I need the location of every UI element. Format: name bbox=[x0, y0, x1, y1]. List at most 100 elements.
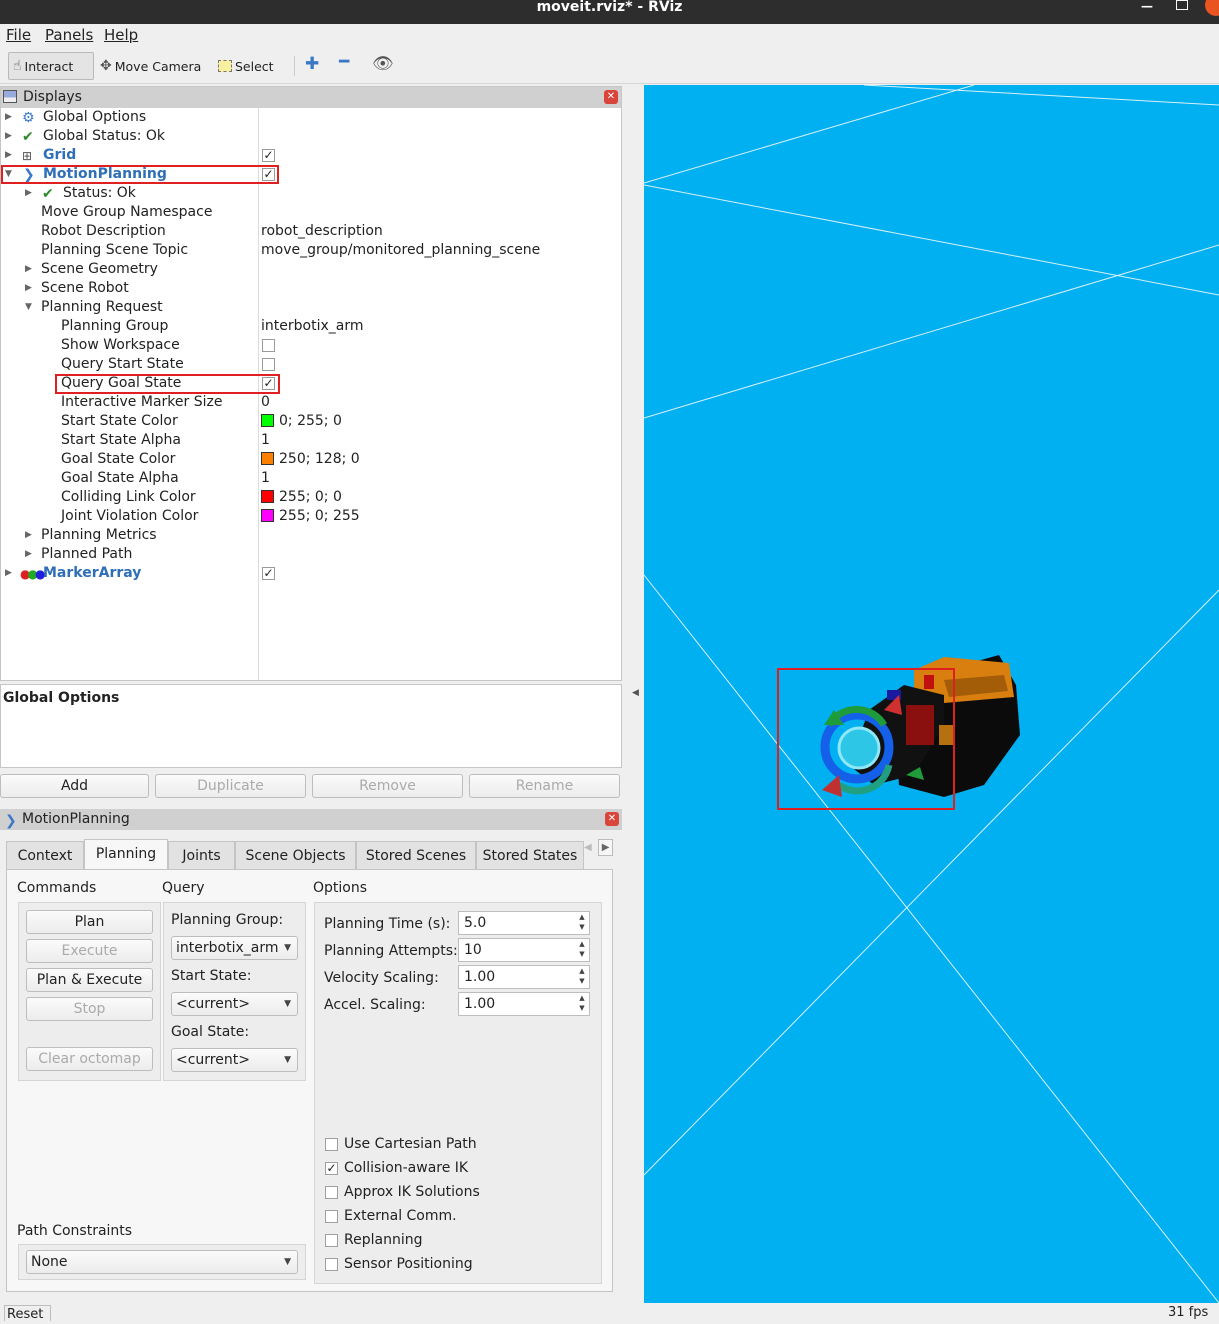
collision-aware-ik-checkbox[interactable]: ✓ bbox=[325, 1162, 338, 1175]
tree-row-global-status[interactable]: ▶ ✔ Global Status: Ok bbox=[1, 127, 621, 146]
spin-arrows-icon[interactable]: ▲ ▼ bbox=[577, 912, 587, 932]
tab-stored-states[interactable]: Stored States bbox=[476, 841, 584, 869]
approx-ik-solutions-checkbox[interactable] bbox=[325, 1186, 338, 1199]
external-comm-checkbox[interactable] bbox=[325, 1210, 338, 1223]
goal-state-select[interactable]: <current> ▼ bbox=[171, 1048, 298, 1072]
tab-scroll-arrows[interactable]: ◀ ▶ bbox=[584, 839, 614, 868]
maximize-icon[interactable] bbox=[1176, 0, 1188, 10]
expand-arrow-icon[interactable]: ▶ bbox=[5, 564, 12, 583]
tree-row-interactive-marker-size[interactable]: Interactive Marker Size 0 bbox=[1, 393, 621, 412]
expand-arrow-icon[interactable]: ▶ bbox=[5, 108, 12, 127]
add-display-button[interactable]: Add bbox=[0, 774, 149, 798]
plan-button[interactable]: Plan bbox=[26, 910, 153, 934]
expand-arrow-icon[interactable]: ▶ bbox=[5, 146, 12, 165]
minimize-icon[interactable]: — bbox=[1140, 0, 1154, 14]
planning-time-spinbox[interactable]: 5.0 ▲ ▼ bbox=[458, 911, 590, 935]
stop-button[interactable]: Stop bbox=[26, 997, 153, 1021]
select-tool-button[interactable]: Select bbox=[214, 52, 278, 80]
spin-arrows-icon[interactable]: ▲ ▼ bbox=[577, 993, 587, 1013]
sensor-positioning-checkbox[interactable] bbox=[325, 1258, 338, 1271]
start-state-select[interactable]: <current> ▼ bbox=[171, 992, 298, 1016]
tree-row-start-state-color[interactable]: Start State Color 0; 255; 0 bbox=[1, 412, 621, 431]
tab-scene-objects[interactable]: Scene Objects bbox=[235, 841, 356, 869]
tab-stored-scenes[interactable]: Stored Scenes bbox=[356, 841, 476, 869]
rename-display-button[interactable]: Rename bbox=[469, 774, 620, 798]
row-value[interactable]: interbotix_arm bbox=[261, 317, 363, 336]
tree-row-global-options[interactable]: ▶ ⚙ Global Options bbox=[1, 108, 621, 127]
menu-panels[interactable]: Panels bbox=[45, 26, 93, 44]
accel-scaling-spinbox[interactable]: 1.00 ▲ ▼ bbox=[458, 992, 590, 1016]
row-value[interactable]: robot_description bbox=[261, 222, 383, 241]
tree-row-goal-state-alpha[interactable]: Goal State Alpha 1 bbox=[1, 469, 621, 488]
execute-button[interactable]: Execute bbox=[26, 939, 153, 963]
interact-tool-button[interactable]: ☝ Interact bbox=[8, 52, 94, 80]
tab-scroll-left-icon[interactable]: ◀ bbox=[584, 842, 592, 853]
grid-enabled-checkbox[interactable]: ✓ bbox=[262, 149, 275, 162]
use-cartesian-path-checkbox[interactable] bbox=[325, 1138, 338, 1151]
view-options-icon[interactable]: 👁 bbox=[372, 54, 394, 74]
replanning-checkbox[interactable] bbox=[325, 1234, 338, 1247]
tab-planning[interactable]: Planning bbox=[84, 839, 168, 870]
remove-display-button[interactable]: Remove bbox=[312, 774, 463, 798]
color-value[interactable]: 255; 0; 0 bbox=[261, 488, 342, 507]
tab-scroll-right-icon[interactable]: ▶ bbox=[597, 839, 614, 856]
duplicate-display-button[interactable]: Duplicate bbox=[155, 774, 306, 798]
planning-group-select[interactable]: interbotix_arm ▼ bbox=[171, 936, 298, 960]
tree-row-move-group-namespace[interactable]: Move Group Namespace bbox=[1, 203, 621, 222]
expand-arrow-icon[interactable]: ▶ bbox=[25, 545, 32, 564]
tree-row-planning-metrics[interactable]: ▶ Planning Metrics bbox=[1, 526, 621, 545]
row-value[interactable]: 1 bbox=[261, 431, 270, 450]
velocity-scaling-spinbox[interactable]: 1.00 ▲ ▼ bbox=[458, 965, 590, 989]
tree-row-start-state-alpha[interactable]: Start State Alpha 1 bbox=[1, 431, 621, 450]
query-start-state-checkbox[interactable] bbox=[262, 358, 275, 371]
color-value[interactable]: 250; 128; 0 bbox=[261, 450, 360, 469]
expand-arrow-icon[interactable]: ▶ bbox=[25, 526, 32, 545]
markerarray-enabled-checkbox[interactable]: ✓ bbox=[262, 567, 275, 580]
tab-joints[interactable]: Joints bbox=[168, 841, 235, 869]
close-motionplanning-icon[interactable]: ✕ bbox=[605, 812, 619, 826]
spin-arrows-icon[interactable]: ▲ ▼ bbox=[577, 939, 587, 959]
row-value[interactable]: move_group/monitored_planning_scene bbox=[261, 241, 540, 260]
add-tool-icon[interactable]: ✚ bbox=[305, 54, 319, 74]
tree-row-grid[interactable]: ▶ ⊞ Grid ✓ bbox=[1, 146, 621, 165]
expand-arrow-icon[interactable]: ▶ bbox=[5, 127, 12, 146]
tree-row-status[interactable]: ▶ ✔ Status: Ok bbox=[1, 184, 621, 203]
viewport-scene[interactable] bbox=[644, 85, 1219, 1303]
menu-help[interactable]: Help bbox=[104, 26, 138, 44]
close-displays-icon[interactable]: ✕ bbox=[604, 90, 618, 104]
tree-row-scene-robot[interactable]: ▶ Scene Robot bbox=[1, 279, 621, 298]
tree-row-planning-request[interactable]: ▼ Planning Request bbox=[1, 298, 621, 317]
planning-attempts-spinbox[interactable]: 10 ▲ ▼ bbox=[458, 938, 590, 962]
expand-arrow-icon[interactable]: ▶ bbox=[25, 279, 32, 298]
3d-viewport[interactable] bbox=[644, 85, 1219, 1303]
spin-arrows-icon[interactable]: ▲ ▼ bbox=[577, 966, 587, 986]
plan-execute-button[interactable]: Plan & Execute bbox=[26, 968, 153, 992]
remove-tool-icon[interactable]: ━ bbox=[339, 52, 349, 72]
expand-arrow-icon[interactable]: ▶ bbox=[25, 184, 32, 203]
tree-row-planned-path[interactable]: ▶ Planned Path bbox=[1, 545, 621, 564]
collapse-arrow-icon[interactable]: ▼ bbox=[25, 298, 32, 317]
path-constraints-select[interactable]: None ▼ bbox=[26, 1250, 298, 1274]
color-value[interactable]: 255; 0; 255 bbox=[261, 507, 360, 526]
tree-row-goal-state-color[interactable]: Goal State Color 250; 128; 0 bbox=[1, 450, 621, 469]
collapse-panel-icon[interactable]: ◀ bbox=[632, 688, 639, 698]
row-value[interactable]: 1 bbox=[261, 469, 270, 488]
show-workspace-checkbox[interactable] bbox=[262, 339, 275, 352]
tree-row-scene-geometry[interactable]: ▶ Scene Geometry bbox=[1, 260, 621, 279]
expand-arrow-icon[interactable]: ▶ bbox=[25, 260, 32, 279]
clear-octomap-button[interactable]: Clear octomap bbox=[26, 1047, 153, 1071]
tree-row-robot-description[interactable]: Robot Description robot_description bbox=[1, 222, 621, 241]
menu-file[interactable]: File bbox=[6, 26, 31, 44]
row-value[interactable]: 0 bbox=[261, 393, 270, 412]
tree-row-show-workspace[interactable]: Show Workspace bbox=[1, 336, 621, 355]
tree-row-planning-scene-topic[interactable]: Planning Scene Topic move_group/monitore… bbox=[1, 241, 621, 260]
tree-row-query-start-state[interactable]: Query Start State bbox=[1, 355, 621, 374]
tree-row-planning-group[interactable]: Planning Group interbotix_arm bbox=[1, 317, 621, 336]
move-camera-tool-button[interactable]: ✥ Move Camera bbox=[96, 52, 205, 80]
color-value[interactable]: 0; 255; 0 bbox=[261, 412, 342, 431]
tree-row-colliding-link-color[interactable]: Colliding Link Color 255; 0; 0 bbox=[1, 488, 621, 507]
tree-row-markerarray[interactable]: ▶ ●●● MarkerArray ✓ bbox=[1, 564, 621, 583]
close-window-icon[interactable] bbox=[1205, 0, 1219, 16]
reset-button[interactable]: Reset bbox=[4, 1305, 51, 1322]
tree-row-joint-violation-color[interactable]: Joint Violation Color 255; 0; 255 bbox=[1, 507, 621, 526]
